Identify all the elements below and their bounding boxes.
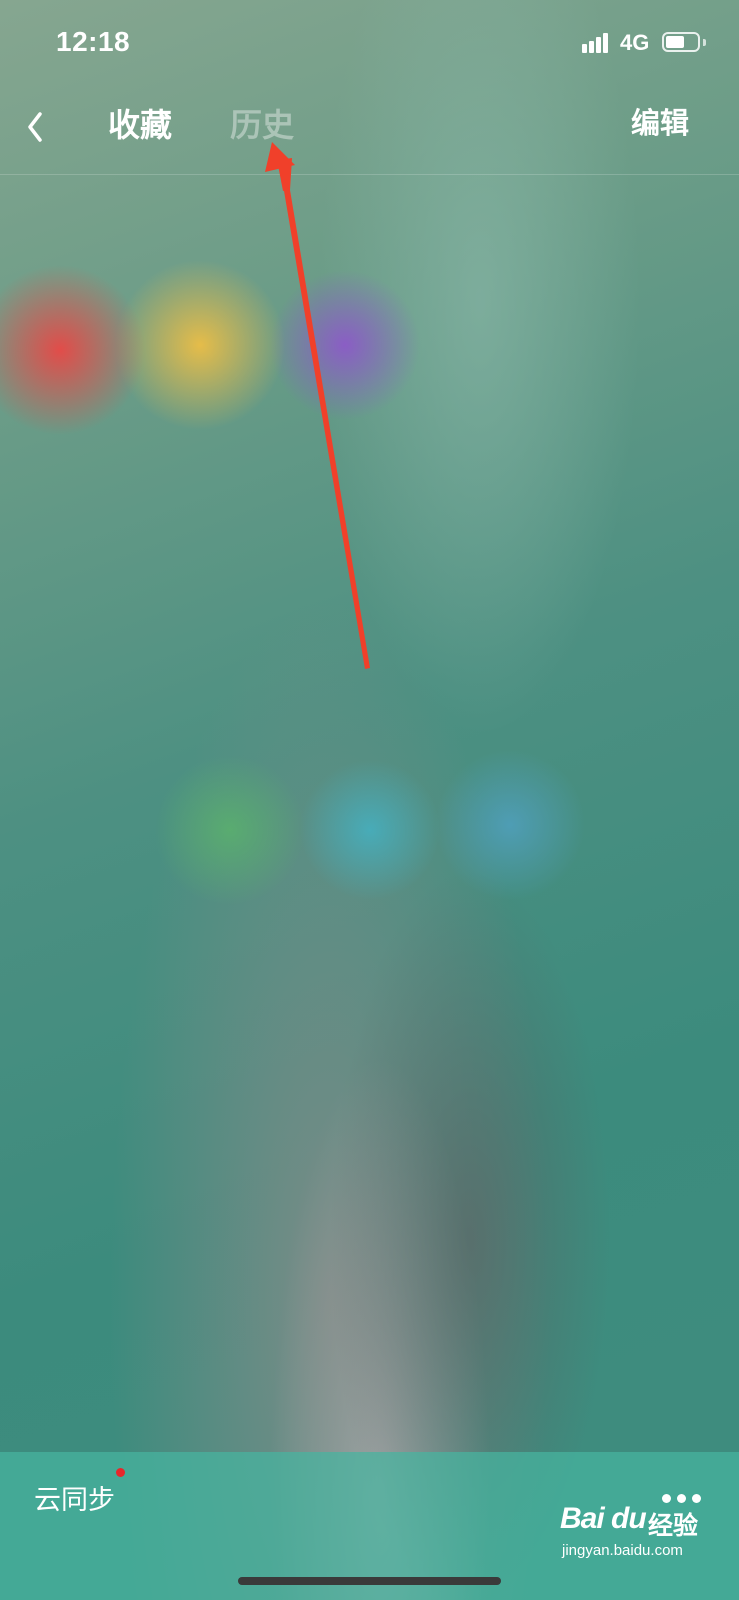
cloud-sync-button[interactable]: 云同步 [34, 1478, 115, 1517]
edit-button[interactable]: 编辑 [631, 100, 689, 142]
battery-icon [662, 32, 700, 52]
home-indicator[interactable] [238, 1577, 501, 1585]
battery-level [666, 36, 684, 48]
status-time: 12:18 [56, 26, 131, 57]
chevron-left-icon [28, 112, 42, 142]
signal-icon [582, 31, 612, 53]
network-type: 4G [620, 30, 650, 55]
watermark-url: jingyan.baidu.com [562, 1542, 683, 1559]
tab-favorites[interactable]: 收藏 [108, 100, 172, 146]
notification-badge [116, 1468, 125, 1477]
baidu-watermark: Bai du 经验 jingyan.baidu.com [560, 1502, 710, 1568]
watermark-brand: Bai du [560, 1502, 647, 1535]
top-nav-bar: 收藏 历史 编辑 [0, 90, 739, 175]
watermark-brand-cn: 经验 [648, 1512, 699, 1540]
status-bar: 12:18 4G [0, 0, 739, 90]
battery-tip [703, 39, 706, 46]
back-button[interactable] [18, 100, 58, 150]
blurred-background [0, 0, 739, 1600]
tab-history[interactable]: 历史 [230, 100, 294, 146]
